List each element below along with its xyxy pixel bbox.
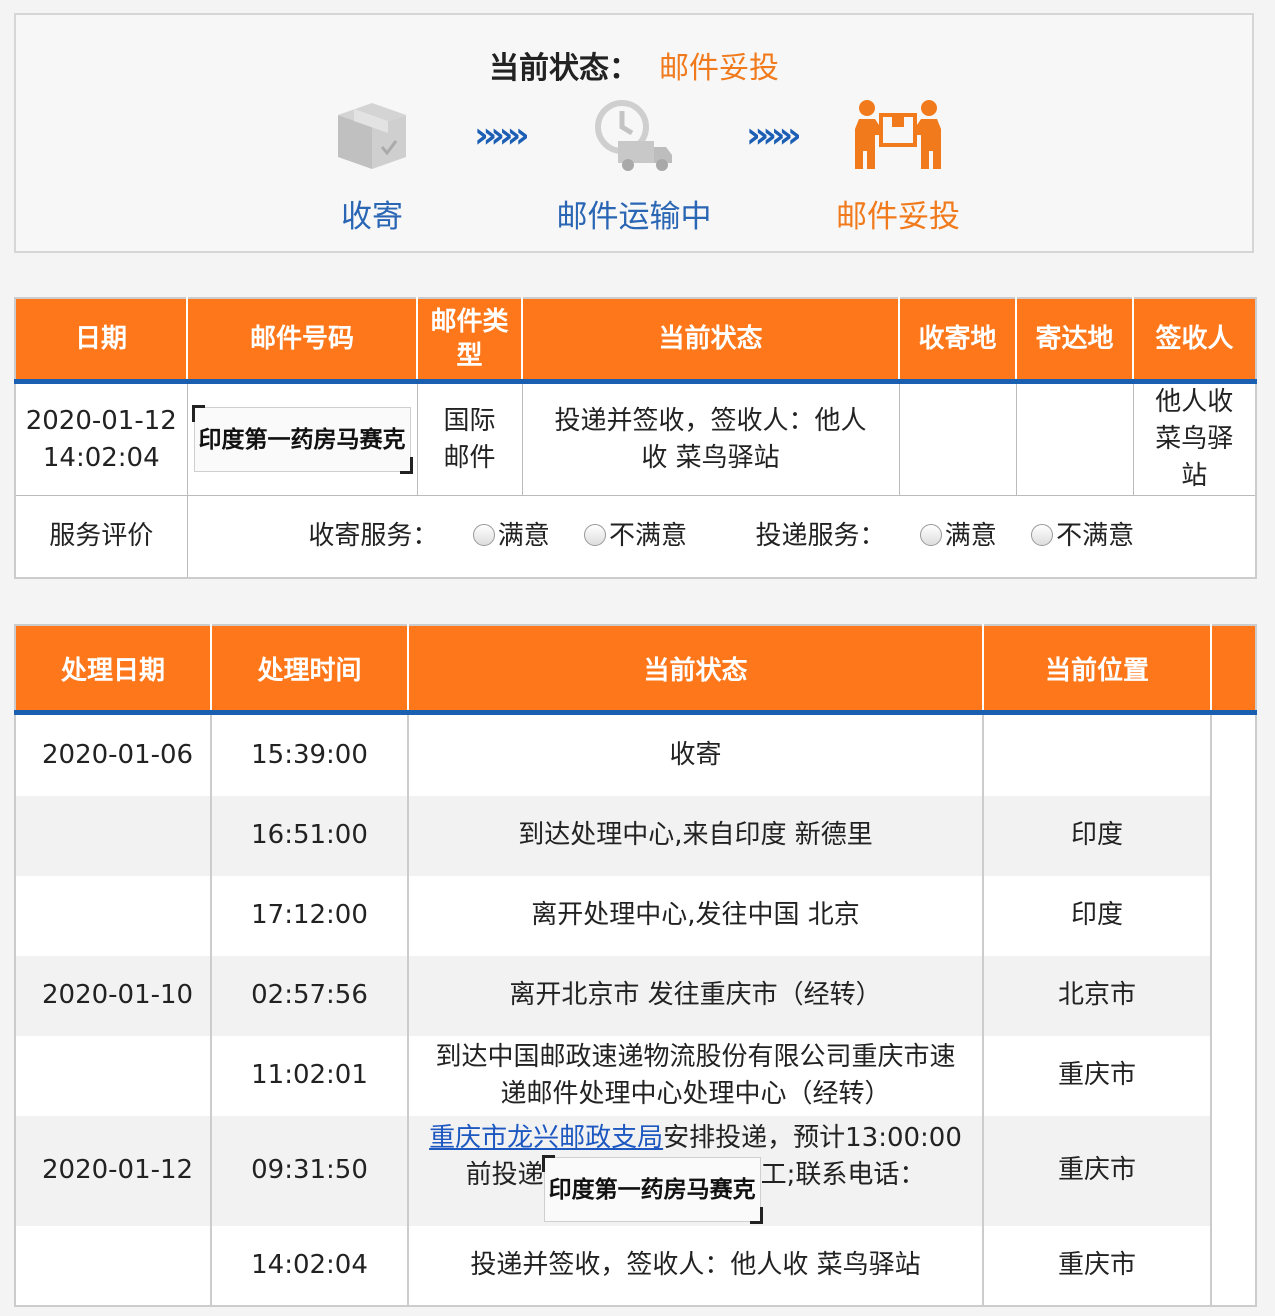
event-status: 离开处理中心,发往中国 北京 [408,875,984,956]
step-in-transit-label: 邮件运输中 [556,199,712,235]
step-arrow-1: »»» [474,115,530,156]
step-delivered: 邮件妥投 [798,99,998,236]
event-date [15,1035,212,1116]
handover-people-icon [855,100,941,169]
step-collected-label: 收寄 [341,199,403,235]
courier-name-stamp: 印度第一药房马赛克 [541,1154,763,1224]
current-status-line: 当前状态： 邮件妥投 [16,49,1252,89]
summary-mail-type: 国际邮件 [416,381,523,496]
collect-service-label: 收寄服务： [308,520,439,551]
collect-satisfied-label: 满意 [497,520,550,551]
event-location: 印度 [983,795,1212,876]
event-time: 14:02:04 [211,1225,409,1306]
header-event-status: 当前状态 [408,625,984,715]
event-status-contact: 工;联系电话： [760,1159,926,1190]
step-delivered-label: 邮件妥投 [836,199,960,235]
deliver-service-label: 投递服务： [755,520,886,551]
event-date [15,1225,212,1306]
collect-unsatisfied-radio[interactable] [583,523,606,546]
current-status-value: 邮件妥投 [659,51,779,86]
deliver-unsatisfied-label: 不满意 [1056,520,1135,551]
event-row: 11:02:01 到达中国邮政速递物流股份有限公司重庆市速递邮件处理中心处理中心… [15,1035,1256,1116]
step-collected: 收寄 [272,99,472,236]
header-location: 当前位置 [983,625,1212,715]
event-time: 02:57:56 [211,955,409,1036]
event-location: 重庆市 [983,1115,1212,1226]
event-row: 17:12:00 离开处理中心,发往中国 北京 印度 [15,875,1256,956]
mail-summary-table: 日期 邮件号码 邮件类型 当前状态 收寄地 寄达地 签收人 2020-01-12… [14,297,1257,579]
event-location: 北京市 [983,955,1212,1036]
event-date: 2020-01-10 [15,955,212,1036]
current-status-label: 当前状态： [489,51,639,86]
event-row: 2020-01-06 15:39:00 收寄 [15,712,1256,796]
event-status: 离开北京市 发往重庆市（经转） [408,955,984,1036]
event-time: 11:02:01 [211,1035,409,1116]
event-location [983,712,1212,796]
tracking-events-table: 处理日期 处理时间 当前状态 当前位置 2020-01-06 15:39:00 … [14,624,1257,1307]
event-location: 重庆市 [983,1035,1212,1116]
deliver-satisfied-radio[interactable] [919,523,942,546]
event-row: 14:02:04 投递并签收，签收人：他人收 菜鸟驿站 重庆市 [15,1225,1256,1306]
event-time: 16:51:00 [211,795,409,876]
event-time: 15:39:00 [211,712,409,796]
header-extra [1211,625,1256,715]
header-tracking-number: 邮件号码 [187,298,418,384]
event-row: 2020-01-12 09:31:50 重庆市龙兴邮政支局安排投递，预计13:0… [15,1115,1256,1226]
summary-data-row: 2020-01-12 14:02:04 印度第一药房马赛克 国际邮件 投递并签收… [14,381,1257,496]
package-box-icon [338,103,406,169]
collect-satisfied-radio[interactable] [472,523,495,546]
event-row: 2020-01-10 02:57:56 离开北京市 发往重庆市（经转） 北京市 [15,955,1256,1036]
tracking-number-stamp: 印度第一药房马赛克 [191,405,413,474]
summary-origin [898,381,1017,496]
header-process-date: 处理日期 [15,625,212,715]
header-process-time: 处理时间 [211,625,409,715]
summary-signer: 他人收菜鸟驿站 [1132,381,1257,496]
step-in-transit: 邮件运输中 [534,99,734,236]
event-date: 2020-01-06 [15,712,212,796]
step-arrow-2: »»» [746,115,802,156]
event-time: 09:31:50 [211,1115,409,1226]
delivery-truck-icon [595,100,672,171]
summary-date: 2020-01-12 14:02:04 [14,381,188,496]
event-status: 收寄 [408,712,984,796]
header-current-status: 当前状态 [522,298,900,384]
header-mail-type: 邮件类型 [417,298,523,384]
deliver-unsatisfied-radio[interactable] [1031,523,1054,546]
header-destination: 寄达地 [1016,298,1134,384]
event-date: 2020-01-12 [15,1115,212,1226]
header-date: 日期 [15,298,188,384]
event-date [15,795,212,876]
event-date [15,875,212,956]
header-signer: 签收人 [1133,298,1256,384]
event-status: 投递并签收，签收人：他人收 菜鸟驿站 [408,1225,984,1306]
delivery-status-panel: 当前状态： 邮件妥投 收寄 »»» 邮件运输中 »»» 邮件妥投 [14,13,1254,253]
summary-destination [1015,381,1134,496]
summary-header-row: 日期 邮件号码 邮件类型 当前状态 收寄地 寄达地 签收人 [15,298,1256,384]
event-status: 到达处理中心,来自印度 新德里 [408,795,984,876]
evaluation-label: 服务评价 [14,495,188,578]
summary-status: 投递并签收，签收人：他人收 菜鸟驿站 [521,381,900,496]
post-office-link[interactable]: 重庆市龙兴邮政支局 [429,1123,663,1153]
event-location: 重庆市 [983,1225,1212,1306]
event-location: 印度 [983,875,1212,956]
summary-tracking-cell: 印度第一药房马赛克 [186,381,418,496]
service-evaluation-row: 服务评价 收寄服务： 满意 不满意 投递服务： 满意 不满意 [14,495,1257,578]
deliver-satisfied-label: 满意 [944,520,997,551]
collect-unsatisfied-label: 不满意 [608,520,687,551]
event-status: 重庆市龙兴邮政支局安排投递，预计13:00:00前投递 印度第一药房马赛克 工;联系… [408,1115,984,1226]
event-status: 到达中国邮政速递物流股份有限公司重庆市速递邮件处理中心处理中心（经转） [408,1035,984,1116]
event-row: 16:51:00 到达处理中心,来自印度 新德里 印度 [15,795,1256,876]
header-origin: 收寄地 [899,298,1017,384]
evaluation-options: 收寄服务： 满意 不满意 投递服务： 满意 不满意 [186,495,1257,578]
events-header-row: 处理日期 处理时间 当前状态 当前位置 [15,625,1256,715]
event-time: 17:12:00 [211,875,409,956]
